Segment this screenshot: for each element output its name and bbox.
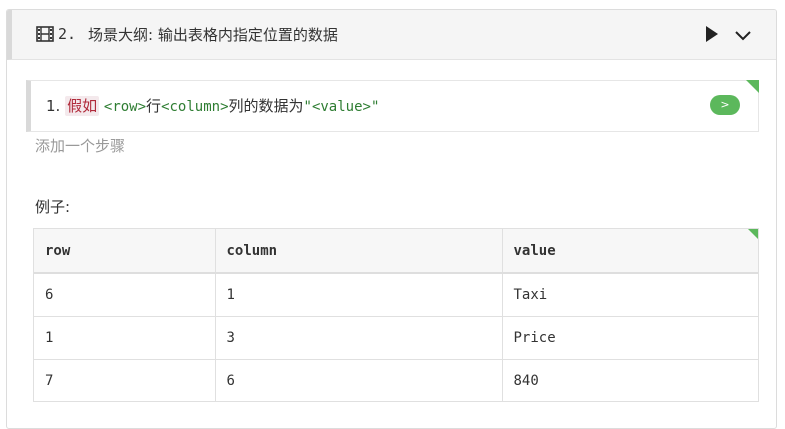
- table-cell[interactable]: 6: [34, 273, 216, 317]
- scenario-header[interactable]: 2. 场景大纲: 输出表格内指定位置的数据: [7, 10, 776, 60]
- table-cell[interactable]: 1: [215, 273, 503, 317]
- step-param-value[interactable]: "<value>": [304, 99, 380, 115]
- play-icon[interactable]: [704, 25, 720, 47]
- column-header-value[interactable]: value: [502, 229, 758, 274]
- table-corner-marker: [747, 229, 758, 240]
- step-row[interactable]: 1. 假如 <row>行<column>列的数据为"<value>" >: [26, 80, 759, 132]
- scenario-title: 场景大纲: 输出表格内指定位置的数据: [88, 26, 338, 44]
- step-index: 1.: [46, 97, 61, 115]
- column-header-column[interactable]: column: [215, 229, 503, 274]
- step-text[interactable]: 1. 假如 <row>行<column>列的数据为"<value>": [46, 95, 379, 116]
- step-text-part: 行: [146, 97, 162, 115]
- table-cell[interactable]: 7: [34, 359, 216, 401]
- run-step-button[interactable]: >: [710, 95, 740, 115]
- table-row: 6 1 Taxi: [34, 273, 758, 317]
- table-cell[interactable]: 3: [215, 316, 503, 360]
- table-header-row: row column value: [34, 229, 758, 274]
- examples-label: 例子:: [35, 198, 71, 216]
- table-cell[interactable]: 840: [502, 359, 758, 401]
- step-keyword[interactable]: 假如: [65, 96, 100, 116]
- film-icon: [36, 26, 54, 46]
- chevron-down-icon[interactable]: [734, 27, 752, 46]
- table-row: 7 6 840: [34, 359, 758, 401]
- step-text-part: 列的数据为: [228, 97, 304, 115]
- table-cell[interactable]: 1: [34, 316, 216, 360]
- column-header-row[interactable]: row: [34, 229, 216, 274]
- table-cell[interactable]: 6: [215, 359, 503, 401]
- scenario-number: 2.: [58, 25, 77, 43]
- step-param-row[interactable]: <row>: [104, 99, 146, 115]
- table-cell[interactable]: Taxi: [502, 273, 758, 317]
- scenario-panel: 2. 场景大纲: 输出表格内指定位置的数据 1. 假如 <row>行<colum…: [6, 9, 777, 429]
- step-corner-marker: [746, 80, 759, 93]
- add-step-link[interactable]: 添加一个步骤: [35, 135, 125, 156]
- examples-table: row column value 6 1 Taxi 1 3 Price 7 6 …: [33, 228, 759, 402]
- table-row: 1 3 Price: [34, 316, 758, 360]
- step-param-column[interactable]: <column>: [161, 99, 228, 115]
- table-cell[interactable]: Price: [502, 316, 758, 360]
